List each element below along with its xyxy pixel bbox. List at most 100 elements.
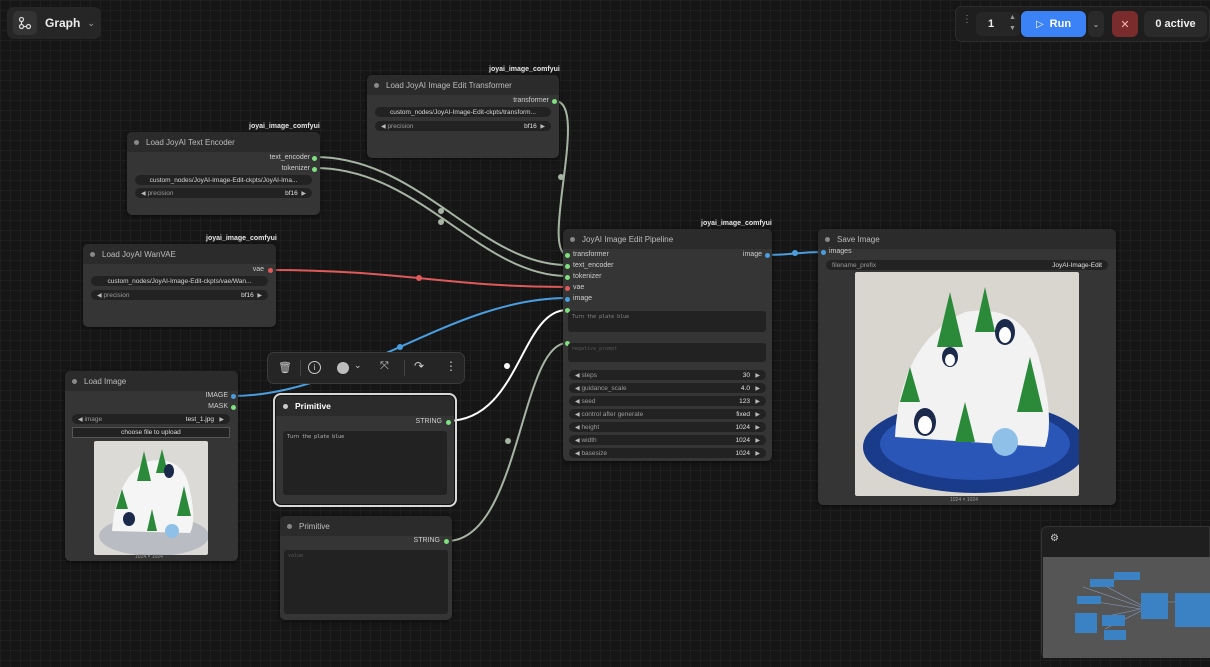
output-slot-dot[interactable] [552, 99, 557, 104]
param-guidance-scale[interactable]: ◀ guidance_scale 4.0 ▶ [569, 383, 766, 393]
arrow-right-icon[interactable]: ▶ [755, 437, 760, 444]
image-select-field[interactable]: ◀ image test_1.jpg ▶ [72, 414, 230, 424]
output-slot-dot[interactable] [444, 539, 449, 544]
info-icon[interactable]: i [308, 361, 321, 374]
collapse-dot-icon[interactable] [825, 236, 830, 242]
node-save-image[interactable]: Save Image images filename_prefix JoyAI-I… [818, 229, 1116, 505]
param-control-after-generate[interactable]: ◀ control after generate fixed ▶ [569, 409, 766, 419]
model-path-field[interactable]: custom_nodes/JoyAI-Image-Edit-ckpts/vae/… [91, 276, 268, 286]
arrow-right-icon[interactable]: ▶ [219, 416, 224, 423]
collapse-dot-icon[interactable] [570, 236, 575, 242]
arrow-left-icon[interactable]: ◀ [575, 450, 580, 457]
minimap-panel[interactable]: ⚙ [1041, 526, 1210, 658]
more-options-icon[interactable]: ⋮ [445, 359, 457, 373]
arrow-left-icon[interactable]: ◀ [141, 190, 146, 197]
arrow-left-icon[interactable]: ◀ [575, 385, 580, 392]
precision-field[interactable]: ◀ precision bf16 ▶ [91, 290, 268, 300]
arrow-right-icon[interactable]: ▶ [755, 424, 760, 431]
primitive-textarea[interactable]: value [284, 550, 448, 614]
arrow-left-icon[interactable]: ◀ [575, 372, 580, 379]
upload-button[interactable]: choose file to upload [72, 427, 230, 438]
node-load-image[interactable]: Load Image IMAGE MASK ◀ image test_1.jpg … [65, 371, 238, 561]
node-edit-pipeline[interactable]: JoyAI Image Edit Pipeline transformer te… [563, 229, 772, 461]
arrow-left-icon[interactable]: ◀ [97, 292, 102, 299]
node-load-text-encoder[interactable]: Load JoyAI Text Encoder text_encoder tok… [127, 132, 320, 215]
arrow-right-icon[interactable]: ▶ [755, 372, 760, 379]
field-label: control after generate [581, 410, 644, 418]
primitive-textarea[interactable]: Turn the plate blue [283, 431, 447, 495]
arrow-left-icon[interactable]: ◀ [78, 416, 83, 423]
model-path-field[interactable]: custom_nodes/JoyAI-Image-Edit-ckpts/tran… [375, 107, 551, 117]
param-width[interactable]: ◀ width 1024 ▶ [569, 435, 766, 445]
collapse-dot-icon[interactable] [90, 251, 95, 257]
output-image-preview[interactable] [855, 272, 1079, 496]
node-title: Load JoyAI Text Encoder [146, 137, 235, 147]
input-slot-dot[interactable] [565, 264, 570, 269]
fit-view-icon[interactable]: ⤧ [380, 360, 389, 373]
precision-field[interactable]: ◀ precision bf16 ▶ [375, 121, 551, 131]
arrow-right-icon[interactable]: ▶ [257, 292, 262, 299]
param-steps[interactable]: ◀ steps 30 ▶ [569, 370, 766, 380]
output-slot-dot[interactable] [446, 420, 451, 425]
arrow-left-icon[interactable]: ◀ [381, 123, 386, 130]
settings-sliders-icon[interactable]: ⚙ [1050, 533, 1059, 544]
negative-prompt-textarea[interactable]: negative_prompt [568, 343, 766, 362]
param-height[interactable]: ◀ height 1024 ▶ [569, 422, 766, 432]
run-options-button[interactable]: ⌄ [1088, 11, 1104, 37]
collapse-dot-icon[interactable] [283, 403, 288, 409]
input-slot-dot[interactable] [565, 297, 570, 302]
collapse-dot-icon[interactable] [134, 139, 139, 145]
batch-count-input[interactable]: 1 ▲ ▼ [976, 12, 1020, 36]
cancel-button[interactable]: ✕ [1112, 11, 1138, 37]
field-value: test_1.jpg [185, 415, 214, 423]
node-primitive-prompt[interactable]: Primitive STRING Turn the plate blue [273, 393, 457, 507]
arrow-left-icon[interactable]: ◀ [575, 437, 580, 444]
arrow-right-icon[interactable]: ▶ [755, 411, 760, 418]
param-basesize[interactable]: ◀ basesize 1024 ▶ [569, 448, 766, 458]
graph-menu-button[interactable]: Graph ⌄ [7, 7, 101, 39]
node-load-transformer[interactable]: Load JoyAI Image Edit Transformer transf… [367, 75, 559, 158]
queue-active-button[interactable]: 0 active [1144, 11, 1207, 37]
arrow-right-icon[interactable]: ▶ [301, 190, 306, 197]
arrow-left-icon[interactable]: ◀ [575, 398, 580, 405]
output-slot-dot[interactable] [231, 405, 236, 410]
field-value: bf16 [241, 291, 254, 299]
output-slot-dot[interactable] [231, 394, 236, 399]
output-slot-dot[interactable] [312, 167, 317, 172]
field-value: 1024 [735, 436, 750, 444]
input-image-preview[interactable] [94, 441, 208, 555]
arrow-right-icon[interactable]: ▶ [755, 385, 760, 392]
input-slot-dot[interactable] [565, 275, 570, 280]
run-button[interactable]: ▷ Run [1021, 11, 1086, 37]
arrow-left-icon[interactable]: ◀ [575, 424, 580, 431]
field-label: width [581, 436, 597, 444]
collapse-dot-icon[interactable] [72, 378, 77, 384]
arrow-right-icon[interactable]: ▶ [755, 398, 760, 405]
arrow-right-icon[interactable]: ▶ [540, 123, 545, 130]
output-slot-dot[interactable] [765, 253, 770, 258]
stepper-up-icon[interactable]: ▲ [1009, 14, 1016, 21]
input-slot-dot[interactable] [821, 250, 826, 255]
minimap-canvas[interactable] [1043, 557, 1210, 658]
collapse-dot-icon[interactable] [374, 82, 379, 88]
node-primitive-negative[interactable]: Primitive STRING value [280, 516, 452, 620]
output-slot-dot[interactable] [268, 268, 273, 273]
collapse-dot-icon[interactable] [287, 523, 292, 529]
param-seed[interactable]: ◀ seed 123 ▶ [569, 396, 766, 406]
trash-icon[interactable]: 🗑 [278, 361, 292, 374]
filename-prefix-field[interactable]: filename_prefix JoyAI-Image-Edit [826, 260, 1108, 270]
node-load-vae[interactable]: Load JoyAI WanVAE vae custom_nodes/JoyAI… [83, 244, 276, 327]
input-slot-label: transformer [573, 251, 609, 258]
input-slot-dot[interactable] [565, 253, 570, 258]
prompt-textarea[interactable]: Turn the plate blue [568, 311, 766, 332]
redo-icon[interactable]: ↷ [414, 359, 424, 373]
stepper-down-icon[interactable]: ▼ [1009, 25, 1016, 32]
arrow-left-icon[interactable]: ◀ [575, 411, 580, 418]
input-slot-dot[interactable] [565, 286, 570, 291]
output-slot-dot[interactable] [312, 156, 317, 161]
node-title: JoyAI Image Edit Pipeline [582, 234, 674, 244]
model-path-field[interactable]: custom_nodes/JoyAI-Image-Edit-ckpts/JoyA… [135, 175, 312, 185]
color-picker-button[interactable] [337, 362, 349, 374]
precision-field[interactable]: ◀ precision bf16 ▶ [135, 188, 312, 198]
arrow-right-icon[interactable]: ▶ [755, 450, 760, 457]
